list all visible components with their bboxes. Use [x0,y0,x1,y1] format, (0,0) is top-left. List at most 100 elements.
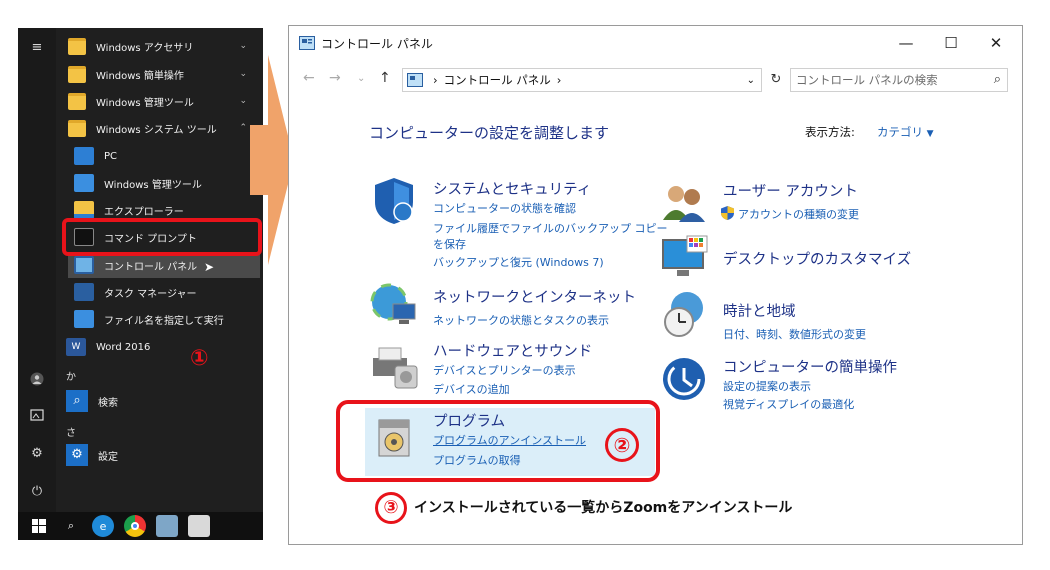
breadcrumb[interactable]: コントロール パネル [444,72,551,88]
step2-marker: ② [605,428,639,462]
menu-item-label: Windows 管理ツール [104,179,202,191]
dropdown-arrow-icon: ▼ [926,129,934,139]
link-devices-printers[interactable]: デバイスとプリンターの表示 [433,362,576,378]
recent-chevron-icon[interactable]: ⌄ [357,73,365,84]
menu-item-admin[interactable]: Windows 管理ツール ⌄ [56,88,263,114]
category-desktop-customize[interactable]: デスクトップのカスタマイズ [723,248,911,269]
step3-instruction: インストールされている一覧からZoomをアンインストール [414,500,793,516]
menu-item-label: Word 2016 [96,341,151,353]
link-change-account-type[interactable]: アカウントの種類の変更 [738,206,859,222]
desktop-customize-icon [662,235,708,276]
gear-icon[interactable]: ⚙ [27,444,47,464]
address-row: ← → ⌄ ↑ › コントロール パネル › ⌄ ↻ コントロール パネルの検索… [289,64,1022,94]
menu-item-label: 検索 [98,397,118,409]
menu-item-accessories[interactable]: Windows アクセサリ ⌄ [56,33,263,59]
link-date-time-format[interactable]: 日付、時刻、数値形式の変更 [723,326,866,342]
pictures-icon[interactable] [27,408,47,428]
link-file-history-cont[interactable]: を保存 [433,236,466,252]
link-optimize-display[interactable]: 視覚ディスプレイの最適化 [723,396,854,412]
pc-icon [74,147,94,165]
address-dropdown-icon[interactable]: ⌄ [747,75,755,86]
folder-icon [68,92,86,110]
run-icon [74,310,94,328]
search-icon: ⌕ [66,390,88,412]
menu-item-ease[interactable]: Windows 簡単操作 ⌄ [56,61,263,87]
menu-item-label: 設定 [98,451,118,463]
menu-item-label: Windows 管理ツール [96,97,194,109]
up-arrow-icon[interactable]: ↑ [379,70,391,86]
menu-subitem-pc[interactable]: PC [56,143,263,169]
link-add-device[interactable]: デバイスの追加 [433,381,510,397]
close-button[interactable]: ✕ [974,30,1018,56]
maximize-button[interactable]: ☐ [929,30,973,56]
users-icon [663,186,705,222]
search-icon[interactable]: ⌕ [994,69,1001,91]
view-by-dropdown[interactable]: カテゴリ ▼ [877,124,934,140]
chevron-up-icon: ⌃ [239,123,247,133]
menu-item-label: Windows 簡単操作 [96,70,184,82]
windows-start-icon[interactable] [28,515,50,537]
link-check-status[interactable]: コンピューターの状態を確認 [433,200,576,216]
menu-item-search[interactable]: ⌕ 検索 [56,388,263,414]
uac-shield-icon [721,206,734,220]
clock-globe-icon [664,292,703,337]
chevron-down-icon: ⌄ [239,96,247,106]
menu-item-label: Windows システム ツール [96,124,217,136]
refresh-icon[interactable]: ↻ [765,68,787,92]
search-input[interactable]: コントロール パネルの検索 ⌕ [790,68,1008,92]
category-network[interactable]: ネットワークとインターネット [433,286,636,307]
minimize-button[interactable]: — [884,30,928,56]
chevron-down-icon: ⌄ [239,69,247,79]
power-icon[interactable]: ⏻ [27,482,47,502]
folder-icon [68,37,86,55]
category-system-security[interactable]: システムとセキュリティ [433,178,591,199]
menu-item-label: Windows アクセサリ [96,42,194,54]
app-icon[interactable] [156,515,178,537]
user-icon[interactable] [27,372,47,392]
link-backup-restore[interactable]: バックアップと復元 (Windows 7) [433,254,604,270]
menu-subitem-task-manager[interactable]: タスク マネージャー [56,279,263,305]
taskbar-search-icon[interactable]: ⌕ [60,515,82,537]
category-clock-region[interactable]: 時計と地域 [723,300,796,321]
menu-item-settings[interactable]: ⚙ 設定 [56,442,263,468]
ease-of-access-icon [663,358,705,400]
settings-gear-icon: ⚙ [66,444,88,466]
control-panel-icon [74,256,94,274]
step3-marker: ③ [375,492,407,524]
start-rail: ≡ ⚙ ⏻ [18,28,56,540]
category-hardware-sound[interactable]: ハードウェアとサウンド [433,340,592,361]
control-panel-window: コントロール パネル — ☐ ✕ ← → ⌄ ↑ › コントロール パネル › … [288,25,1023,545]
menu-item-word[interactable]: W Word 2016 [56,334,263,360]
menu-item-system-tools[interactable]: Windows システム ツール ⌃ [56,115,263,141]
link-suggestions[interactable]: 設定の提案の表示 [723,378,811,394]
window-title: コントロール パネル [321,37,433,51]
section-letter: か [66,372,76,383]
menu-item-label: ファイル名を指定して実行 [104,315,224,327]
folder-icon [68,119,86,137]
back-arrow-icon[interactable]: ← [303,70,315,86]
menu-subitem-run[interactable]: ファイル名を指定して実行 [56,306,263,332]
menu-item-label: PC [104,150,118,162]
step1-marker: ① [190,346,209,371]
chevron-down-icon: ⌄ [239,41,247,51]
mouse-cursor-icon: ➤ [204,260,215,274]
forward-arrow-icon[interactable]: → [329,70,341,86]
breadcrumb-separator-icon: › [433,73,438,87]
category-user-accounts[interactable]: ユーザー アカウント [723,180,858,201]
search-placeholder: コントロール パネルの検索 [796,73,938,87]
link-file-history[interactable]: ファイル履歴でファイルのバックアップ コピー [433,220,668,236]
hamburger-icon[interactable]: ≡ [27,38,47,58]
menu-subitem-admin-tools[interactable]: Windows 管理ツール [56,170,263,196]
control-panel-icon [407,73,423,87]
category-ease-of-access[interactable]: コンピューターの簡単操作 [723,356,897,377]
edge-icon[interactable]: e [92,515,114,537]
admin-tools-icon [74,174,94,192]
view-by-label: 表示方法: [805,125,855,139]
link-network-status[interactable]: ネットワークの状態とタスクの表示 [433,312,609,328]
view-by-value: カテゴリ [877,125,923,139]
chrome-icon[interactable] [124,515,146,537]
menu-item-label: エクスプローラー [104,206,184,218]
address-bar[interactable]: › コントロール パネル › ⌄ [402,68,762,92]
section-letter: さ [66,428,76,439]
paint-icon[interactable] [188,515,210,537]
